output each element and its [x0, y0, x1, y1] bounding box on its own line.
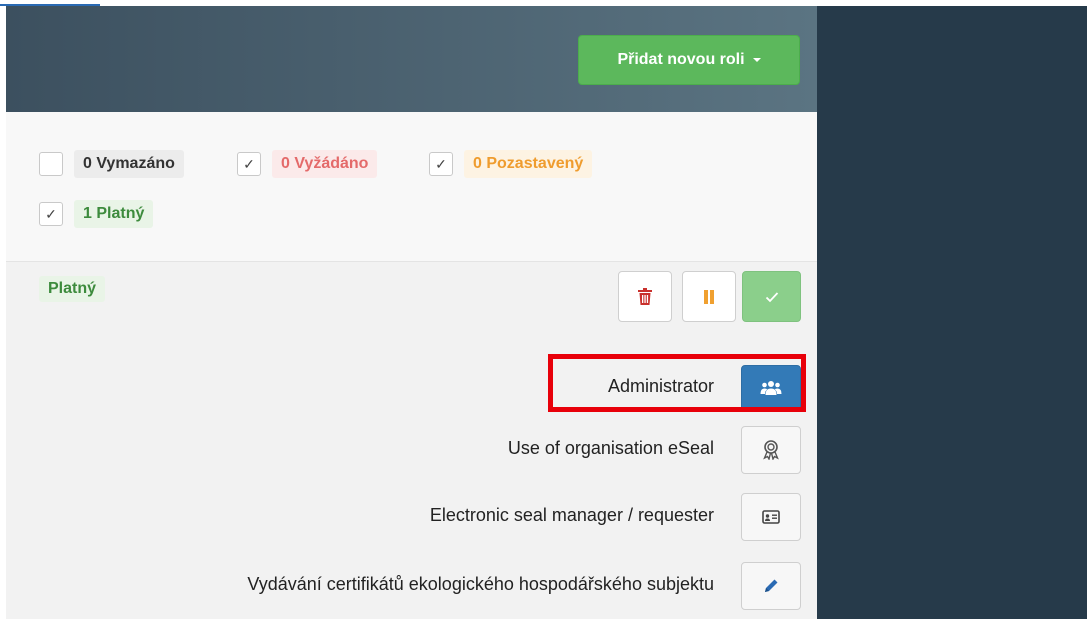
delete-button[interactable] — [618, 271, 672, 322]
filter-deleted-badge: 0 Vymazáno — [74, 150, 184, 178]
caret-down-icon — [752, 58, 761, 62]
trash-icon — [638, 287, 652, 305]
seal-award-icon — [763, 440, 779, 460]
role-row-eseal: Use of organisation eSeal — [6, 424, 817, 476]
role-label-seal-manager: Electronic seal manager / requester — [429, 505, 714, 525]
pencil-icon — [765, 579, 778, 592]
check-icon — [765, 291, 778, 302]
suspend-button[interactable] — [682, 271, 736, 322]
filter-valid[interactable]: ✓ 1 Platný — [39, 200, 154, 228]
filter-suspended-badge: 0 Pozastavený — [464, 150, 593, 178]
status-badge: Platný — [39, 276, 106, 302]
role-row-seal-manager: Electronic seal manager / requester — [6, 491, 817, 543]
panel-header: Přidat novou roli — [6, 6, 817, 112]
pause-icon — [704, 289, 714, 304]
seal-manager-role-button[interactable] — [741, 493, 801, 541]
role-row-eco-certificates: Vydávání certifikátů ekologického hospod… — [6, 556, 817, 610]
highlight-frame — [548, 354, 806, 412]
filter-valid-checkbox[interactable]: ✓ — [39, 202, 63, 226]
filter-requested-badge: 0 Vyžádáno — [272, 150, 378, 178]
eseal-role-button[interactable] — [741, 426, 801, 474]
add-new-role-button[interactable]: Přidat novou roli — [578, 35, 800, 85]
id-card-icon — [762, 510, 780, 524]
role-panel: Přidat novou roli 0 Vymazáno ✓ 0 Vyžádán… — [6, 6, 817, 619]
role-label-eseal: Use of organisation eSeal — [507, 438, 714, 458]
role-label-eco-certificates: Vydávání certifikátů ekologického hospod… — [247, 574, 714, 594]
filter-deleted[interactable]: 0 Vymazáno — [39, 150, 184, 178]
add-new-role-label: Přidat novou roli — [617, 51, 745, 68]
filter-suspended-checkbox[interactable]: ✓ — [429, 152, 453, 176]
filter-deleted-checkbox[interactable] — [39, 152, 63, 176]
eco-certificates-role-button[interactable] — [741, 562, 801, 610]
page: Přidat novou roli 0 Vymazáno ✓ 0 Vyžádán… — [0, 0, 1087, 619]
approve-button[interactable] — [742, 271, 801, 322]
status-filters: 0 Vymazáno ✓ 0 Vyžádáno ✓ 0 Pozastavený … — [6, 112, 817, 262]
filter-requested[interactable]: ✓ 0 Vyžádáno — [237, 150, 378, 178]
filter-valid-badge: 1 Platný — [74, 200, 154, 228]
filter-requested-checkbox[interactable]: ✓ — [237, 152, 261, 176]
filter-suspended[interactable]: ✓ 0 Pozastavený — [429, 150, 593, 178]
dark-side-panel — [817, 6, 1087, 619]
